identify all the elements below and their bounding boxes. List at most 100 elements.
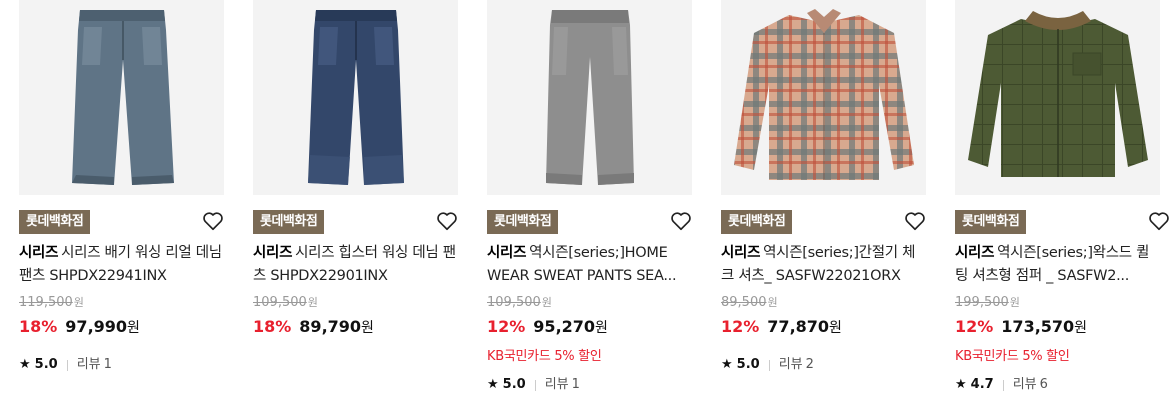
card-promotion: KB국민카드 5% 할인	[487, 349, 602, 364]
original-price-unit: 원	[307, 296, 318, 309]
product-title[interactable]: 시리즈 역시즌[series;]HOME WEAR SWEAT PANTS SEA…	[487, 242, 692, 288]
review-count: 2	[805, 357, 814, 372]
original-price-value: 109,500	[253, 295, 307, 310]
store-badge: 롯데백화점	[253, 210, 325, 234]
heart-icon[interactable]	[1148, 210, 1170, 232]
divider	[534, 379, 536, 391]
discount-rate: 12%	[487, 317, 526, 336]
product-title[interactable]: 시리즈 시리즈 힙스터 워싱 데님 팬츠 SHPDX22901INX	[253, 242, 458, 288]
heart-icon[interactable]	[202, 210, 224, 232]
product-image[interactable]	[955, 0, 1160, 195]
rating-score: 5.0	[502, 377, 526, 392]
star-icon: ★	[721, 357, 733, 372]
product-image[interactable]	[253, 0, 458, 195]
discount-rate: 12%	[721, 317, 760, 336]
original-price: 199,500원	[955, 294, 1160, 312]
review-summary: ★ 5.0 리뷰 1	[19, 356, 224, 374]
sale-price: 18% 89,790원	[253, 316, 458, 339]
star-icon: ★	[955, 377, 967, 392]
check-shirt-image	[733, 9, 914, 180]
review-label: 리뷰	[544, 377, 569, 392]
divider	[768, 359, 770, 371]
price-value: 95,270	[533, 317, 596, 336]
product-grid: 롯데백화점 시리즈 시리즈 배기 워싱 리얼 데님 팬츠 SHPDX22941IN…	[0, 0, 1171, 405]
original-price-value: 119,500	[19, 295, 73, 310]
jeans-image	[71, 10, 174, 185]
sale-price: 12% 173,570원	[955, 316, 1160, 339]
original-price-value: 89,500	[721, 295, 767, 310]
card-promotion: KB국민카드 5% 할인	[955, 349, 1070, 364]
card-meta: 롯데백화점	[487, 210, 692, 240]
review-label: 리뷰	[1012, 377, 1037, 392]
brand-name: 시리즈	[253, 245, 293, 261]
heart-icon[interactable]	[436, 210, 458, 232]
sale-price: 12% 95,270원	[487, 316, 692, 339]
rating-score: 5.0	[34, 357, 58, 372]
original-price: 109,500원	[253, 294, 458, 312]
store-badge: 롯데백화점	[721, 210, 793, 234]
sweat-pants-image	[545, 10, 634, 185]
original-price-value: 199,500	[955, 295, 1009, 310]
discount-rate: 18%	[253, 317, 292, 336]
product-card[interactable]: 롯데백화점 시리즈 시리즈 배기 워싱 리얼 데님 팬츠 SHPDX22941IN…	[19, 0, 224, 374]
brand-name: 시리즈	[721, 245, 761, 261]
store-badge: 롯데백화점	[19, 210, 91, 234]
card-meta: 롯데백화점	[721, 210, 926, 240]
card-meta: 롯데백화점	[253, 210, 458, 240]
heart-icon[interactable]	[670, 210, 692, 232]
original-price-unit: 원	[541, 296, 552, 309]
rating-score: 4.7	[970, 377, 994, 392]
price-unit: 원	[361, 320, 374, 336]
original-price-unit: 원	[767, 296, 778, 309]
review-summary: ★ 5.0 리뷰 1	[487, 376, 692, 394]
divider	[1002, 379, 1004, 391]
discount-rate: 12%	[955, 317, 994, 336]
star-icon: ★	[19, 357, 31, 372]
brand-name: 시리즈	[487, 245, 527, 261]
review-summary: ★ 5.0 리뷰 2	[721, 356, 926, 374]
card-meta: 롯데백화점	[955, 210, 1169, 240]
rating-score: 5.0	[736, 357, 760, 372]
product-card[interactable]: 롯데백화점 시리즈 역시즌[series;]HOME WEAR SWEAT PAN…	[487, 0, 692, 394]
price-value: 89,790	[299, 317, 362, 336]
discount-rate: 18%	[19, 317, 58, 336]
quilted-jacket-image	[967, 11, 1148, 177]
price-unit: 원	[1074, 320, 1088, 336]
product-image[interactable]	[19, 0, 224, 195]
original-price-value: 109,500	[487, 295, 541, 310]
store-badge: 롯데백화점	[955, 210, 1027, 234]
review-count: 1	[103, 357, 112, 372]
brand-name: 시리즈	[19, 245, 59, 261]
heart-icon[interactable]	[904, 210, 926, 232]
product-card[interactable]: 롯데백화점 시리즈 시리즈 힙스터 워싱 데님 팬츠 SHPDX22901INX …	[253, 0, 458, 339]
price-value: 97,990	[65, 317, 128, 336]
product-title[interactable]: 시리즈 역시즌[series;]간절기 체크 셔츠_ SASFW22021ORX	[721, 242, 926, 288]
product-title[interactable]: 시리즈 시리즈 배기 워싱 리얼 데님 팬츠 SHPDX22941INX	[19, 242, 224, 288]
review-count: 6	[1039, 377, 1048, 392]
original-price-unit: 원	[73, 296, 84, 309]
jeans-image	[307, 10, 404, 185]
sale-price: 12% 77,870원	[721, 316, 926, 339]
original-price: 119,500원	[19, 294, 224, 312]
review-label: 리뷰	[76, 357, 101, 372]
product-card[interactable]: 롯데백화점 시리즈 역시즌[series;]왁스드 퀼팅 셔츠형 점퍼 _ SAS…	[955, 0, 1169, 394]
product-card[interactable]: 롯데백화점 시리즈 역시즌[series;]간절기 체크 셔츠_ SASFW220…	[721, 0, 926, 374]
product-title[interactable]: 시리즈 역시즌[series;]왁스드 퀼팅 셔츠형 점퍼 _ SASFW2...	[955, 242, 1160, 288]
price-unit: 원	[595, 320, 608, 336]
product-image[interactable]	[721, 0, 926, 195]
brand-name: 시리즈	[955, 245, 995, 261]
price-value: 77,870	[767, 317, 830, 336]
review-summary: ★ 4.7 리뷰 6	[955, 376, 1160, 394]
original-price: 89,500원	[721, 294, 926, 312]
original-price-unit: 원	[1009, 296, 1020, 309]
review-label: 리뷰	[778, 357, 803, 372]
sale-price: 18% 97,990원	[19, 316, 224, 339]
divider	[66, 359, 68, 371]
review-count: 1	[571, 377, 580, 392]
price-unit: 원	[127, 320, 140, 336]
original-price: 109,500원	[487, 294, 692, 312]
price-value: 173,570	[1001, 317, 1075, 336]
price-unit: 원	[829, 320, 842, 336]
product-image[interactable]	[487, 0, 692, 195]
store-badge: 롯데백화점	[487, 210, 559, 234]
